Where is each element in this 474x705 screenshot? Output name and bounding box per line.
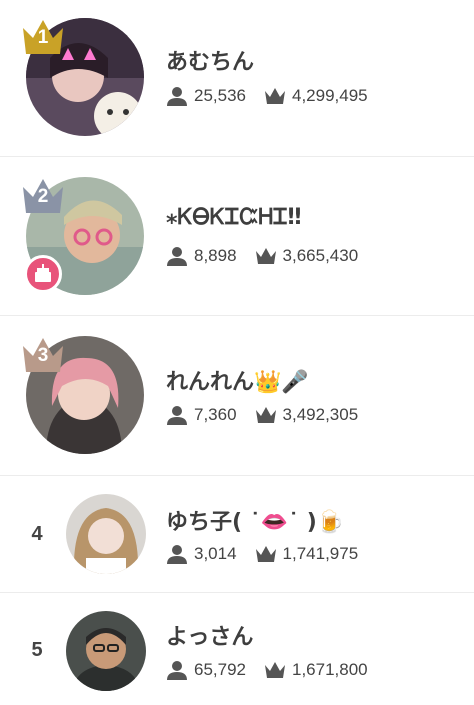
user-name[interactable]: れんれん👑🎤	[166, 364, 309, 396]
avatar[interactable]	[66, 494, 146, 574]
ranking-row[interactable]: 2 ⁎ᏦᎾᏦᏆᏨᎻᏆ‼︎ 8,898 3,665,430	[0, 157, 474, 316]
avatar[interactable]	[66, 611, 146, 691]
person-icon	[166, 246, 188, 266]
rank-number: 5	[31, 639, 43, 661]
rank-crown-bronze: 3	[20, 332, 66, 374]
person-icon	[166, 86, 188, 106]
rank-number: 4	[31, 523, 43, 545]
person-icon	[166, 660, 188, 680]
crown-icon	[255, 544, 277, 564]
user-stats: 25,536 4,299,495	[166, 86, 368, 106]
ranking-row[interactable]: 5 よっさん 65,792 1,671,800	[0, 593, 474, 705]
point-count: 3,665,430	[282, 246, 359, 265]
user-stats: 3,014 1,741,975	[166, 544, 358, 564]
rank-number: 3	[37, 345, 49, 366]
ranking-list: 1 あむちん 25,536 4,299,495 2 ⁎ᏦᎾᏦᏆᏨᎻᏆ‼︎ 8,8…	[0, 0, 474, 705]
point-count: 1,671,800	[292, 660, 368, 679]
rank-crown-silver: 2	[20, 173, 66, 215]
follower-count: 8,898	[194, 246, 237, 265]
user-name[interactable]: ⁎ᏦᎾᏦᏆᏨᎻᏆ‼︎	[166, 205, 301, 230]
follower-count: 65,792	[194, 660, 246, 679]
follower-count: 25,536	[194, 86, 246, 105]
user-name[interactable]: ゆち子( ˙👄˙ )🍺	[166, 504, 344, 536]
follower-count: 7,360	[194, 405, 237, 424]
crown-icon	[255, 246, 277, 266]
ranking-row[interactable]: 1 あむちん 25,536 4,299,495	[0, 0, 474, 157]
person-icon	[166, 405, 188, 425]
point-count: 3,492,305	[282, 405, 359, 424]
user-name[interactable]: よっさん	[166, 619, 253, 651]
person-icon	[166, 544, 188, 564]
rank-crown-gold: 1	[20, 14, 66, 56]
user-stats: 7,360 3,492,305	[166, 405, 358, 425]
point-count: 4,299,495	[292, 86, 368, 105]
crown-icon	[255, 405, 277, 425]
user-stats: 65,792 1,671,800	[166, 660, 368, 680]
user-name[interactable]: あむちん	[166, 44, 254, 76]
user-stats: 8,898 3,665,430	[166, 246, 358, 266]
crown-icon	[264, 86, 286, 106]
rank-number: 2	[37, 186, 49, 207]
follower-count: 3,014	[194, 544, 237, 563]
point-count: 1,741,975	[282, 544, 359, 563]
rank-number: 1	[37, 27, 49, 48]
crown-icon	[264, 660, 286, 680]
birthday-cake-icon	[24, 255, 62, 293]
ranking-row[interactable]: 3 れんれん👑🎤 7,360 3,492,305	[0, 316, 474, 476]
ranking-row[interactable]: 4 ゆち子( ˙👄˙ )🍺 3,014 1,741,975	[0, 476, 474, 593]
